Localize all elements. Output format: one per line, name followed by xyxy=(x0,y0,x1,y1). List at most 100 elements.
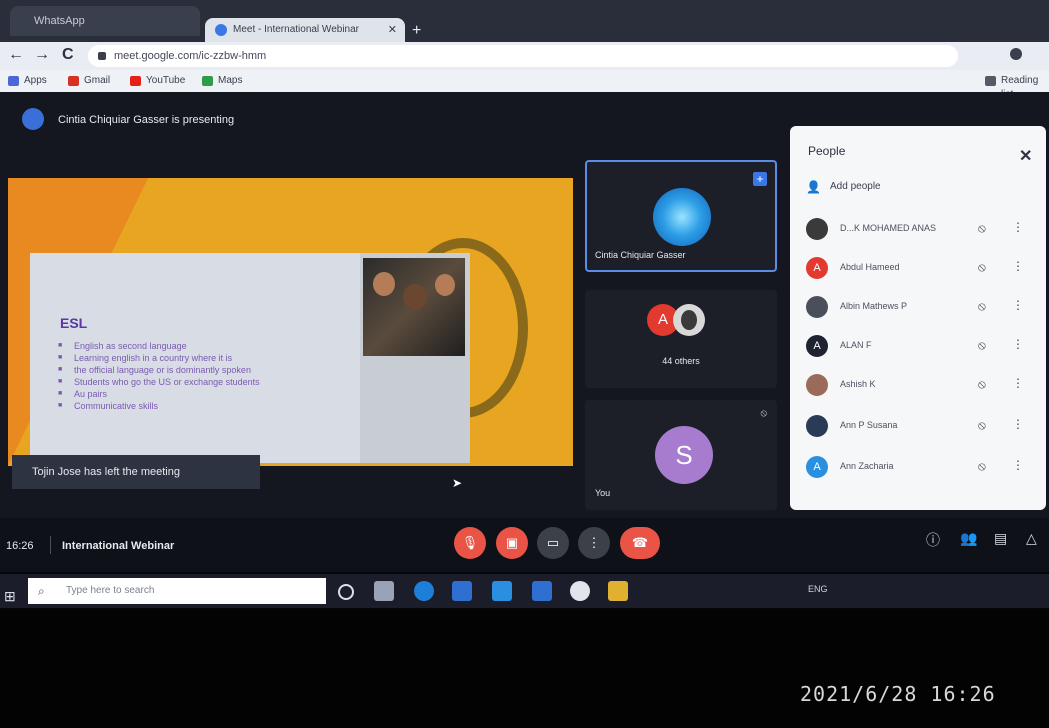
file-explorer-icon[interactable] xyxy=(452,581,472,601)
tab-close-icon[interactable]: ✕ xyxy=(388,18,397,42)
slide-bullet-list: English as second language Learning engl… xyxy=(56,340,361,412)
participant-row[interactable]: A ALAN F ⦸ ⋮ xyxy=(800,329,1040,365)
slide-bullet: Learning english in a country where it i… xyxy=(56,352,361,364)
search-icon: ⌕ xyxy=(38,584,45,598)
participant-name: Ann P Susana xyxy=(840,420,898,430)
divider xyxy=(50,536,51,554)
more-options-icon[interactable]: ⋮ xyxy=(1012,220,1024,234)
dropbox-icon[interactable] xyxy=(532,581,552,601)
more-vertical-icon: ⋮ xyxy=(587,535,601,550)
participant-avatar xyxy=(806,374,828,396)
participant-row[interactable]: Ashish K ⦸ ⋮ xyxy=(800,368,1040,404)
start-button-icon[interactable]: ⊞ xyxy=(4,588,16,605)
gmail-icon xyxy=(68,76,79,86)
photo-timestamp: 2021/6/28 16:26 xyxy=(800,682,996,706)
participant-avatar: A xyxy=(806,456,828,478)
mouse-cursor-icon: ➤ xyxy=(452,476,463,490)
more-options-icon[interactable]: ⋮ xyxy=(1012,376,1024,390)
slide-bullet: Communicative skills xyxy=(56,400,361,412)
participant-name: Ann Zacharia xyxy=(840,461,894,471)
new-tab-button[interactable]: + xyxy=(412,22,421,40)
bookmark-maps[interactable]: Maps xyxy=(202,74,242,88)
more-options-icon[interactable]: ⋮ xyxy=(1012,458,1024,472)
tab-whatsapp[interactable]: WhatsApp xyxy=(10,6,200,36)
presenter-avatar xyxy=(653,188,711,246)
reading-list-button[interactable]: Reading list xyxy=(985,74,1049,100)
forward-button[interactable]: → xyxy=(34,46,50,64)
more-options-icon[interactable]: ⋮ xyxy=(1012,259,1024,273)
bookmark-label: Gmail xyxy=(84,75,111,86)
people-icon[interactable]: 👥 xyxy=(960,530,977,547)
more-options-button[interactable]: ⋮ xyxy=(578,527,610,559)
mic-muted-icon: ⦸ xyxy=(760,408,767,419)
more-options-icon[interactable]: ⋮ xyxy=(1012,298,1024,312)
face-graphic xyxy=(403,284,427,310)
info-icon[interactable]: ⓘ xyxy=(926,530,940,550)
photo-border xyxy=(0,610,1049,728)
bookmark-apps[interactable]: Apps xyxy=(8,74,47,88)
students-photo xyxy=(363,258,465,356)
url-field[interactable]: meet.google.com/ic-zzbw-hmm xyxy=(88,45,958,67)
face-graphic xyxy=(435,274,455,296)
participant-name: D...K MOHAMED ANAS xyxy=(840,223,937,233)
slide-bullet-continuation: the official language or is dominantly s… xyxy=(56,364,361,376)
close-icon[interactable]: ✕ xyxy=(1019,146,1032,166)
bookmark-label: Apps xyxy=(24,75,47,86)
youtube-icon xyxy=(130,76,141,86)
slide-bullet: English as second language xyxy=(56,340,361,352)
folder-icon[interactable] xyxy=(608,581,628,601)
mic-toggle-button[interactable]: 🎙 xyxy=(454,527,486,559)
profile-avatar[interactable] xyxy=(1010,48,1022,60)
others-count: 44 others xyxy=(662,356,700,366)
self-avatar: S xyxy=(655,426,713,484)
face-graphic xyxy=(373,272,395,296)
participant-name: Albin Mathews P xyxy=(840,301,908,311)
more-options-icon[interactable]: ⋮ xyxy=(1012,337,1024,351)
chrome-icon[interactable] xyxy=(570,581,590,601)
participant-row[interactable]: D...K MOHAMED ANAS ⦸ ⋮ xyxy=(800,212,1040,248)
edge-icon[interactable] xyxy=(414,581,434,601)
mic-muted-icon: ⦸ xyxy=(978,377,986,391)
people-panel-title: People xyxy=(808,144,846,158)
bookmark-gmail[interactable]: Gmail xyxy=(68,74,110,88)
slide-bullet: Au pairs xyxy=(56,388,361,400)
add-people-button[interactable]: Add people xyxy=(830,181,881,192)
task-view-icon[interactable] xyxy=(374,581,394,601)
activities-icon[interactable]: △ xyxy=(1026,530,1037,547)
participant-row[interactable]: A Ann Zacharia ⦸ ⋮ xyxy=(800,450,1040,486)
present-icon: ▭ xyxy=(546,535,560,550)
back-button[interactable]: ← xyxy=(8,46,24,64)
language-indicator: ENG xyxy=(808,584,828,594)
bookmark-label: Maps xyxy=(218,75,243,86)
reload-button[interactable]: C xyxy=(62,46,74,64)
apps-icon xyxy=(8,76,19,86)
store-icon[interactable] xyxy=(492,581,512,601)
more-options-icon[interactable]: ⋮ xyxy=(1012,417,1024,431)
camera-toggle-button[interactable]: ▣ xyxy=(496,527,528,559)
presenter-name: Cintia Chiquiar Gasser xyxy=(595,250,686,260)
participant-row[interactable]: Ann P Susana ⦸ ⋮ xyxy=(800,409,1040,445)
self-tile[interactable]: S You ⦸ xyxy=(585,400,777,510)
tab-meet[interactable]: Meet - International Webinar ✕ xyxy=(205,18,405,42)
mic-muted-icon: ⦸ xyxy=(978,221,986,235)
participant-row[interactable]: A Abdul Hameed ⦸ ⋮ xyxy=(800,251,1040,287)
slide-heading: ESL xyxy=(60,315,88,331)
taskbar-search-input[interactable]: ⌕ Type here to search xyxy=(28,578,326,604)
others-avatar-photo xyxy=(673,304,705,336)
chat-icon[interactable]: ▤ xyxy=(994,530,1007,547)
present-now-button[interactable]: ▭ xyxy=(537,527,569,559)
others-tile[interactable]: A 44 others xyxy=(585,290,777,388)
cortana-icon[interactable] xyxy=(338,584,354,600)
system-tray: ENG xyxy=(808,584,828,594)
participant-row[interactable]: Albin Mathews P ⦸ ⋮ xyxy=(800,290,1040,326)
participant-avatar xyxy=(806,415,828,437)
tab-label: WhatsApp xyxy=(34,15,85,27)
presenter-tile[interactable]: Cintia Chiquiar Gasser + xyxy=(585,160,777,272)
lock-icon xyxy=(98,52,106,60)
participant-avatar xyxy=(806,296,828,318)
pin-icon[interactable]: + xyxy=(753,172,767,186)
leave-call-button[interactable]: ☎ xyxy=(620,527,660,559)
bookmark-youtube[interactable]: YouTube xyxy=(130,74,185,88)
participant-name: ALAN F xyxy=(840,340,872,350)
mic-off-icon: 🎙 xyxy=(461,535,479,550)
